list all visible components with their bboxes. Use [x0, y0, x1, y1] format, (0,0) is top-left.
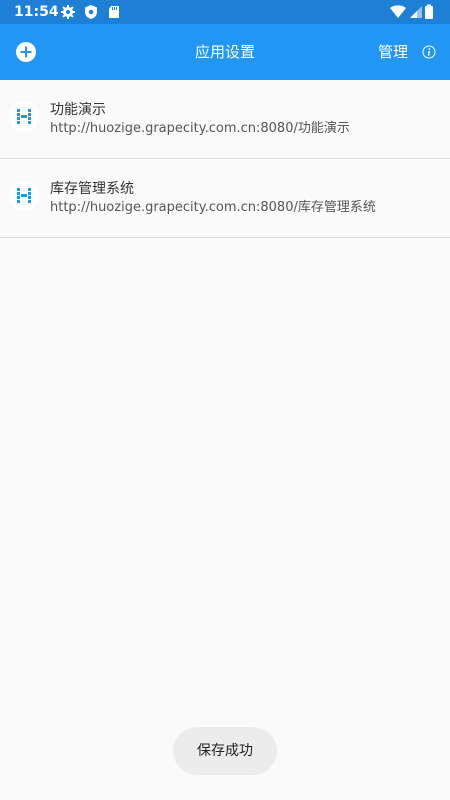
shield-icon: [85, 5, 97, 19]
app-name: 库存管理系统: [50, 181, 134, 197]
app-logo-icon: [9, 102, 39, 132]
plus-circle-icon[interactable]: [14, 40, 38, 64]
app-url: http://huozige.grapecity.com.cn:8080/库存管…: [50, 200, 376, 215]
app-bar: 应用设置 管理: [0, 24, 450, 80]
app-list: 功能演示 http://huozige.grapecity.com.cn:808…: [0, 80, 450, 238]
app-url: http://huozige.grapecity.com.cn:8080/功能演…: [50, 121, 350, 136]
sd-card-icon: [109, 6, 119, 18]
wifi-icon: [390, 5, 406, 18]
list-item[interactable]: 功能演示 http://huozige.grapecity.com.cn:808…: [0, 80, 450, 159]
signal-icon: [410, 6, 422, 18]
gear-icon: [61, 5, 75, 19]
toast-message: 保存成功: [173, 727, 277, 775]
info-icon[interactable]: [422, 45, 436, 59]
app-name: 功能演示: [50, 102, 106, 118]
manage-button[interactable]: 管理: [372, 40, 414, 64]
status-bar: 11:54: [0, 0, 450, 24]
app-logo-icon: [9, 181, 39, 211]
status-time: 11:54: [14, 4, 59, 20]
battery-icon: [425, 4, 433, 19]
list-item[interactable]: 库存管理系统 http://huozige.grapecity.com.cn:8…: [0, 159, 450, 238]
